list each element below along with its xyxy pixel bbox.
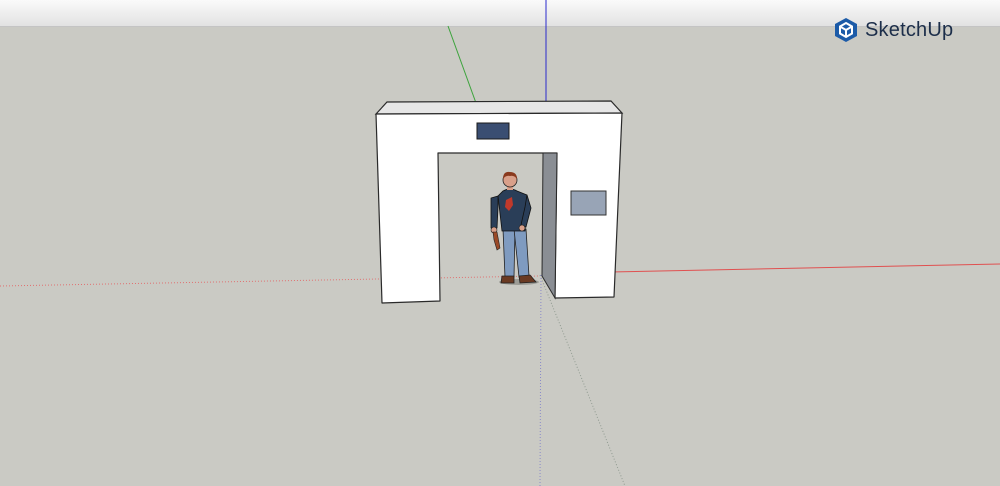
scene-canvas[interactable] bbox=[0, 0, 1000, 486]
blue-axis-dotted bbox=[539, 274, 542, 486]
modeling-viewport[interactable]: SketchUp bbox=[0, 0, 1000, 486]
person-right-shoe bbox=[518, 274, 537, 284]
red-axis-solid bbox=[609, 263, 1000, 273]
red-axis-dotted bbox=[0, 275, 541, 287]
person-figure[interactable] bbox=[490, 171, 539, 285]
sign-panel-top[interactable] bbox=[476, 122, 510, 140]
person-left-leg bbox=[502, 228, 516, 278]
green-axis-dotted bbox=[539, 274, 626, 486]
person-left-arm bbox=[490, 195, 499, 229]
gate-inner-wall bbox=[541, 152, 558, 300]
sketchup-logo-icon bbox=[835, 18, 857, 42]
app-name: SketchUp bbox=[865, 18, 954, 41]
sketchup-logo: SketchUp bbox=[834, 17, 953, 43]
gate-top-face bbox=[374, 100, 624, 115]
sign-panel-side[interactable] bbox=[570, 190, 607, 216]
person-right-leg bbox=[513, 228, 530, 278]
tape-measure-icon bbox=[492, 231, 501, 251]
person-right-hand bbox=[518, 224, 526, 232]
person-left-shoe bbox=[500, 275, 515, 284]
green-axis-solid bbox=[447, 25, 477, 104]
